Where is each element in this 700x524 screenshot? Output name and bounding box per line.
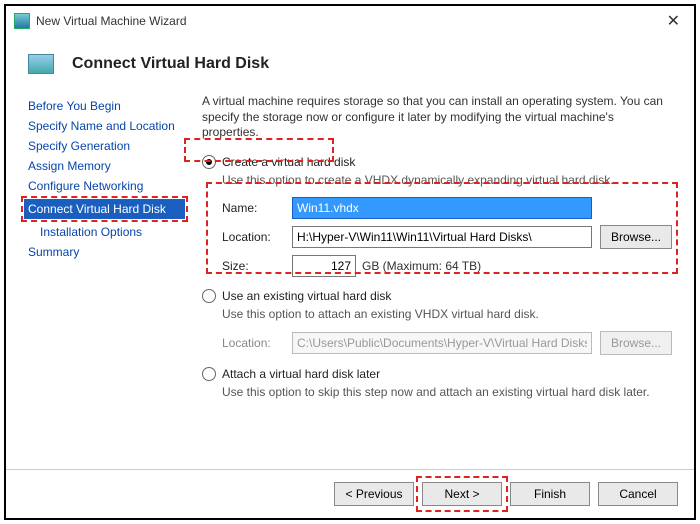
- size-field[interactable]: [292, 255, 356, 277]
- radio-existing-vhd[interactable]: [202, 289, 216, 303]
- existing-vhd-form: Location: Browse...: [222, 331, 672, 355]
- finish-button[interactable]: Finish: [510, 482, 590, 506]
- annotation-next-highlight: Next >: [422, 482, 502, 506]
- option-existing-vhd[interactable]: Use an existing virtual hard disk: [202, 289, 672, 303]
- nav-item-connect-vhd[interactable]: Connect Virtual Hard Disk: [24, 199, 185, 219]
- existing-location-label: Location:: [222, 336, 284, 350]
- cancel-button[interactable]: Cancel: [598, 482, 678, 506]
- annotation-nav-highlight: Connect Virtual Hard Disk: [21, 196, 188, 222]
- location-label: Location:: [222, 230, 284, 244]
- option-attach-later-desc: Use this option to skip this step now an…: [222, 385, 672, 399]
- content-panel: A virtual machine requires storage so th…: [188, 90, 676, 469]
- name-label: Name:: [222, 201, 284, 215]
- page-title: Connect Virtual Hard Disk: [72, 55, 269, 73]
- intro-text: A virtual machine requires storage so th…: [202, 94, 672, 141]
- existing-location-field: [292, 332, 592, 354]
- option-create-vhd-desc: Use this option to create a VHDX dynamic…: [222, 173, 672, 187]
- name-field[interactable]: [292, 197, 592, 219]
- wizard-body: Before You Begin Specify Name and Locati…: [6, 86, 694, 469]
- browse-button[interactable]: Browse...: [600, 225, 672, 249]
- option-attach-later-label: Attach a virtual hard disk later: [222, 367, 380, 381]
- location-field[interactable]: [292, 226, 592, 248]
- radio-attach-later[interactable]: [202, 367, 216, 381]
- option-create-vhd-label: Create a virtual hard disk: [222, 155, 355, 169]
- nav-item-before-you-begin[interactable]: Before You Begin: [24, 96, 188, 116]
- nav-item-specify-name[interactable]: Specify Name and Location: [24, 116, 188, 136]
- nav-item-assign-memory[interactable]: Assign Memory: [24, 156, 188, 176]
- size-label: Size:: [222, 259, 284, 273]
- nav-item-installation-options[interactable]: Installation Options: [24, 222, 188, 242]
- nav-panel: Before You Begin Specify Name and Locati…: [24, 90, 188, 469]
- previous-button[interactable]: < Previous: [334, 482, 414, 506]
- close-icon[interactable]: ✕: [661, 9, 686, 33]
- existing-browse-button: Browse...: [600, 331, 672, 355]
- page-header: Connect Virtual Hard Disk: [6, 36, 694, 86]
- option-attach-later[interactable]: Attach a virtual hard disk later: [202, 367, 672, 381]
- nav-item-specify-generation[interactable]: Specify Generation: [24, 136, 188, 156]
- option-existing-vhd-label: Use an existing virtual hard disk: [222, 289, 391, 303]
- wizard-window: New Virtual Machine Wizard ✕ Connect Vir…: [4, 4, 696, 520]
- server-icon: [28, 54, 54, 74]
- wizard-icon: [14, 13, 30, 29]
- titlebar: New Virtual Machine Wizard ✕: [6, 6, 694, 36]
- nav-item-configure-networking[interactable]: Configure Networking: [24, 176, 188, 196]
- footer: < Previous Next > Finish Cancel: [6, 469, 694, 518]
- window-title: New Virtual Machine Wizard: [36, 14, 661, 28]
- option-existing-vhd-desc: Use this option to attach an existing VH…: [222, 307, 672, 321]
- option-create-vhd[interactable]: Create a virtual hard disk: [202, 155, 672, 169]
- size-suffix: GB (Maximum: 64 TB): [362, 259, 481, 273]
- radio-create-vhd[interactable]: [202, 155, 216, 169]
- create-vhd-form: Name: Location: Browse... Size: GB (Maxi…: [222, 197, 672, 277]
- nav-item-summary[interactable]: Summary: [24, 242, 188, 262]
- next-button[interactable]: Next >: [422, 482, 502, 506]
